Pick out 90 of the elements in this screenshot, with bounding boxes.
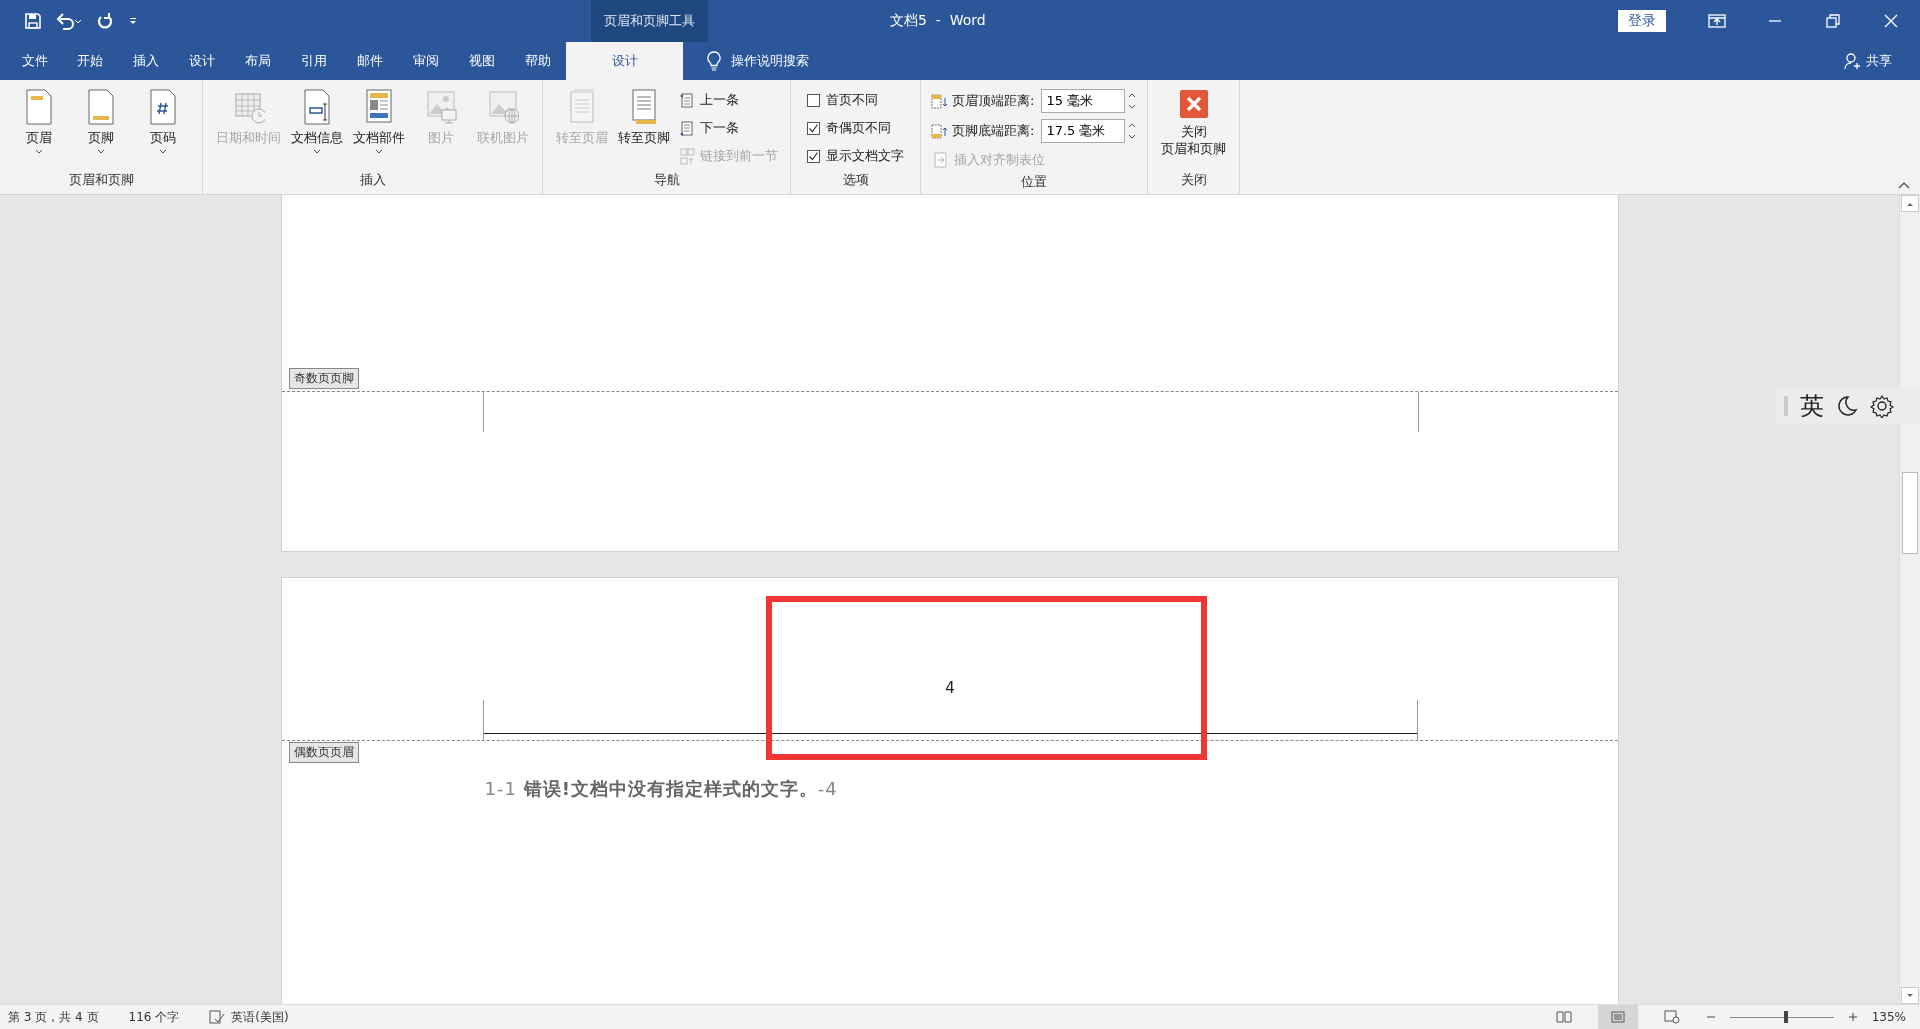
scrollbar-thumb[interactable] (1902, 472, 1918, 554)
group-label: 关闭 (1179, 171, 1208, 189)
collapse-ribbon-icon[interactable] (1898, 181, 1910, 189)
save-icon[interactable] (24, 12, 42, 30)
ribbon-button[interactable]: 文档部件 (350, 86, 408, 170)
option-checkbox[interactable]: 首页不同 (801, 88, 910, 112)
ribbon-tab[interactable]: 开始 (62, 42, 118, 80)
option-checkbox[interactable]: 显示文档文字 (801, 144, 910, 168)
ribbon-button[interactable]: 页脚 (72, 86, 130, 170)
crop-mark (482, 392, 484, 432)
scroll-down-icon[interactable] (1906, 992, 1914, 999)
undo-icon[interactable] (56, 12, 82, 30)
redo-icon[interactable] (96, 12, 114, 30)
ribbon-tab[interactable]: 引用 (286, 42, 342, 80)
field-label: 页眉顶端距离: (952, 92, 1035, 110)
header-text: 4 (945, 679, 955, 697)
close-icon[interactable] (1884, 14, 1898, 28)
header-page-icon (23, 88, 55, 126)
spin-field[interactable]: 15 毫米 (1041, 89, 1126, 113)
option-checkbox[interactable]: 奇偶页不同 (801, 116, 910, 140)
scroll-up-icon[interactable] (1906, 200, 1914, 207)
status-text[interactable]: 英语(美国) (231, 1008, 289, 1026)
ribbon-tab[interactable]: 邮件 (342, 42, 398, 80)
footer-distance-icon (931, 122, 949, 140)
status-text[interactable]: 第 3 页，共 4 页 (8, 1008, 99, 1026)
read-mode-icon[interactable] (1555, 1011, 1572, 1023)
restore-icon[interactable] (1826, 14, 1840, 28)
spin-arrows-icon[interactable] (1127, 121, 1138, 141)
online-picture-icon (487, 88, 519, 126)
contextual-tab-group: 页眉和页脚工具 (591, 0, 708, 42)
crop-mark (1416, 700, 1418, 740)
sign-in-button[interactable]: 登录 (1618, 10, 1666, 32)
tell-me-search[interactable]: 操作说明搜索 (701, 42, 815, 80)
moon-icon[interactable] (1836, 394, 1858, 417)
group-label: 插入 (358, 171, 387, 189)
ribbon-tab[interactable]: 视图 (454, 42, 510, 80)
link-previous-icon (679, 147, 695, 165)
crop-mark (1417, 392, 1419, 432)
ribbon-button[interactable]: 页眉 (10, 86, 68, 170)
ribbon-button[interactable]: 下一条 (677, 116, 780, 140)
group-label: 页眉和页脚 (67, 171, 135, 189)
settings-icon[interactable] (1870, 393, 1894, 418)
ribbon-button[interactable]: 关闭 页眉和页脚 (1158, 86, 1230, 170)
zoom-in-icon[interactable] (1847, 1012, 1858, 1022)
ribbon-tab[interactable]: 帮助 (510, 42, 566, 80)
quick-parts-icon (363, 88, 395, 126)
header-distance-icon (931, 92, 949, 110)
footer-label: 奇数页页脚 (288, 368, 359, 389)
checkmark-icon (808, 122, 819, 134)
lightbulb-icon (707, 51, 721, 71)
close-icon (1177, 88, 1210, 120)
spin-field[interactable]: 17.5 毫米 (1041, 119, 1126, 143)
picture-icon (425, 88, 457, 126)
alignment-tab-icon (933, 151, 949, 169)
page-number-icon (147, 88, 179, 126)
web-layout-icon[interactable] (1663, 1010, 1680, 1024)
slider-thumb[interactable] (1783, 1011, 1788, 1023)
ribbon-button[interactable]: 页码 (134, 86, 192, 170)
ribbon-tab[interactable]: 插入 (118, 42, 174, 80)
window-title: 文档5 - Word (890, 12, 986, 30)
status-text: 116 个字 (128, 1008, 180, 1026)
ribbon-tab[interactable]: 设计 (566, 42, 683, 80)
ribbon-tab[interactable]: 审阅 (398, 42, 454, 80)
customize-caret-icon[interactable] (128, 16, 138, 26)
zoom-level[interactable]: 135% (1871, 1010, 1906, 1024)
ribbon-button[interactable]: 文档信息 (288, 86, 346, 170)
ime-language[interactable]: 英 (1800, 389, 1824, 422)
ribbon-tab[interactable]: 文件 (0, 42, 62, 80)
next-section-icon (679, 119, 695, 137)
checkmark-icon (808, 150, 819, 162)
group-label: 位置 (1020, 173, 1049, 191)
crop-mark (482, 700, 484, 740)
body-text: 1-1 错误!文档中没有指定样式的文字。-4 (484, 777, 839, 801)
previous-section-icon (679, 91, 695, 109)
ribbon-button[interactable]: 转至页脚 (615, 86, 673, 170)
ribbon-tab[interactable]: 设计 (174, 42, 230, 80)
person-add-icon (1844, 52, 1862, 70)
header-label: 偶数页页眉 (288, 742, 359, 763)
ribbon-display-icon[interactable] (1708, 14, 1726, 28)
ribbon-button[interactable]: 上一条 (677, 88, 780, 112)
ribbon-tab[interactable]: 布局 (230, 42, 286, 80)
share-button[interactable]: 共享 (1838, 42, 1898, 80)
spin-arrows-icon[interactable] (1127, 91, 1138, 111)
footer-page-icon (85, 88, 117, 126)
drag-handle-icon[interactable] (1784, 394, 1788, 417)
proofing-icon[interactable] (209, 1010, 226, 1024)
group-label: 导航 (652, 171, 681, 189)
document-info-icon (301, 88, 333, 126)
field-label: 页脚底端距离: (952, 122, 1035, 140)
group-label: 选项 (841, 171, 870, 189)
